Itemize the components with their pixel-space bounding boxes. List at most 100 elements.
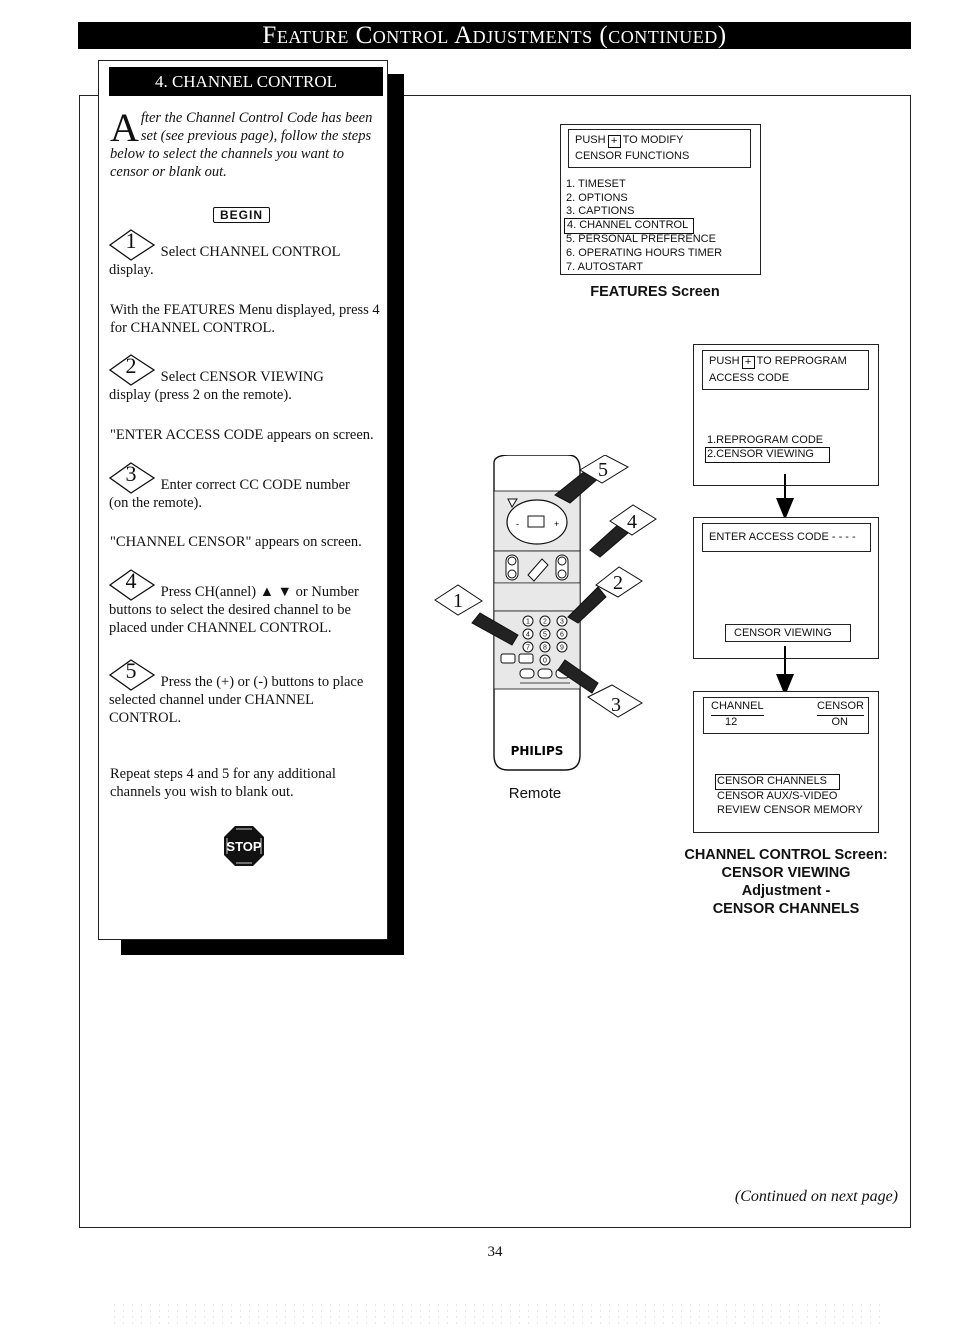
remote-illustration: - + 1 2 3 4 5 6 7 8 9 0 PHILIPS 5 4 2 1 3 [430, 454, 660, 775]
features-header-line-2: CENSOR FUNCTIONS [575, 150, 690, 162]
scan-noise [110, 1302, 880, 1328]
caption-line: CENSOR VIEWING [721, 865, 851, 881]
access-header-box: PUSH + TO REPROGRAM ACCESS CODE [702, 350, 869, 390]
stop-key [527, 515, 545, 528]
intro-paragraph: A fter the Channel Control Code has been… [110, 105, 380, 181]
intro-line-2: set (see previous page), follow the step… [140, 128, 372, 144]
enter-code-screen: ENTER ACCESS CODE - - - - CENSOR VIEWING [693, 517, 879, 659]
step-2-headline: Select CENSOR VIEWING [160, 369, 324, 385]
intro-line-1: fter the Channel Control Code has been [140, 110, 373, 126]
features-item: 6. OPERATING HOURS TIMER [566, 247, 723, 259]
step-4-headline: Press CH(annel) ▲ ▼ or Number [160, 584, 359, 600]
instruction-panel: 4. CHANNEL CONTROL A fter the Channel Co… [98, 60, 388, 940]
ch-key [555, 554, 569, 581]
censor-value: ON [831, 716, 849, 728]
step-1: 1 Select CHANNEL CONTROL display. [109, 229, 384, 279]
access-header-line-1: PUSH + TO REPROGRAM [709, 355, 847, 369]
step-5-continuation: selected channel under CHANNEL CONTROL. [109, 692, 314, 726]
drop-cap: A [110, 105, 139, 150]
vol-key [505, 554, 519, 581]
access-header-line-2: ACCESS CODE [709, 372, 790, 384]
intro-line-3: below to select the channels you want to… [110, 146, 344, 180]
enter-code-box: ENTER ACCESS CODE - - - - [702, 523, 871, 552]
pointer-hand-4: 4 [589, 504, 657, 558]
step-number-diamond-icon: 2 [109, 354, 157, 386]
channel-status-box: CHANNEL 12 CENSOR ON [703, 697, 869, 734]
repeat-note: Repeat steps 4 and 5 for any additional … [110, 766, 336, 800]
features-item: 1. TIMESET [566, 178, 626, 190]
step-1-continuation: display. [109, 262, 154, 278]
step-2-note: "ENTER ACCESS CODE appears on screen. [110, 427, 374, 443]
section-header: 4. CHANNEL CONTROL [109, 67, 383, 96]
plus-key-icon: + [741, 356, 755, 369]
censor-label: CENSOR [816, 700, 864, 716]
step-3-continuation: (on the remote). [109, 495, 203, 511]
svg-text:-: - [516, 519, 519, 529]
flow-arrow-line [784, 646, 786, 676]
censor-item-selected: CENSOR CHANNELS [715, 774, 840, 790]
step-5: 5 Press the (+) or (-) buttons to place … [109, 659, 384, 727]
svg-text:3: 3 [611, 694, 621, 716]
svg-text:1: 1 [526, 619, 530, 626]
access-code-screen: PUSH + TO REPROGRAM ACCESS CODE 1.REPROGRA… [693, 344, 879, 486]
svg-text:2: 2 [613, 572, 623, 594]
channel-value: 12 [725, 716, 738, 728]
svg-text:6: 6 [560, 632, 564, 639]
svg-text:8: 8 [543, 645, 547, 652]
features-item: 3. CAPTIONS [566, 205, 635, 217]
svg-text:2: 2 [543, 619, 547, 626]
svg-text:7: 7 [526, 645, 530, 652]
caption-line: CENSOR CHANNELS [712, 901, 860, 917]
svg-text:+: + [554, 519, 559, 529]
continued-note: (Continued on next page) [734, 1188, 898, 1205]
flow-arrow-line [784, 474, 786, 500]
begin-badge: BEGIN [213, 207, 271, 223]
censor-item: REVIEW CENSOR MEMORY [717, 804, 863, 816]
step-number-diamond-icon: 5 [109, 659, 157, 691]
svg-text:9: 9 [560, 645, 564, 652]
step-3: 3 Enter correct CC CODE number (on the r… [109, 462, 384, 512]
censor-channels-screen: CHANNEL 12 CENSOR ON CENSOR CHANNELS CEN… [693, 691, 879, 833]
step-3-note: "CHANNEL CENSOR" appears on screen. [110, 534, 362, 550]
svg-text:4: 4 [526, 632, 530, 639]
features-item: 2. OPTIONS [566, 192, 628, 204]
step-5-headline: Press the (+) or (-) buttons to place [160, 674, 364, 690]
access-item: 1.REPROGRAM CODE [707, 434, 824, 446]
caption-line: CHANNEL CONTROL Screen: [684, 847, 888, 863]
stop-label: STOP [226, 839, 261, 854]
svg-text:5: 5 [598, 459, 608, 481]
svg-text:3: 3 [560, 619, 564, 626]
censor-item: CENSOR AUX/S-VIDEO [717, 790, 838, 802]
svg-text:1: 1 [453, 590, 463, 612]
step-4: 4 Press CH(annel) ▲ ▼ or Number buttons … [109, 569, 384, 637]
channel-label: CHANNEL [711, 700, 764, 716]
censor-viewing-label: CENSOR VIEWING [734, 627, 832, 639]
channel-control-caption: CHANNEL CONTROL Screen: CENSOR VIEWING A… [670, 846, 902, 918]
features-screen: PUSH + TO MODIFY CENSOR FUNCTIONS 1. TIMES… [560, 124, 761, 275]
step-1-headline: Select CHANNEL CONTROL [160, 244, 341, 260]
step-number-diamond-icon: 4 [109, 569, 157, 601]
features-header-line-1: PUSH + TO MODIFY [575, 134, 684, 148]
svg-text:0: 0 [543, 658, 547, 665]
remote-caption: Remote [508, 785, 562, 802]
stop-sign-icon: STOP [223, 825, 265, 867]
step-number-diamond-icon: 1 [109, 229, 157, 261]
plus-key-icon: + [607, 135, 621, 148]
svg-text:4: 4 [627, 511, 637, 533]
features-item-selected: 4. CHANNEL CONTROL [564, 218, 694, 234]
page-number: 34 [487, 1244, 503, 1260]
remote-brand: PHILIPS [511, 744, 564, 758]
svg-text:5: 5 [543, 632, 547, 639]
caption-line: Adjustment - [741, 883, 831, 899]
step-4-continuation: buttons to select the desired channel to… [109, 602, 351, 636]
step-1-note: With the FEATURES Menu displayed, press … [110, 302, 380, 336]
enter-code-prompt: ENTER ACCESS CODE - - - - [709, 531, 856, 543]
step-number-diamond-icon: 3 [109, 462, 157, 494]
features-screen-caption: FEATURES Screen [590, 284, 720, 300]
features-item: 5. PERSONAL PREFERENCE [566, 233, 716, 245]
censor-viewing-box: CENSOR VIEWING [725, 624, 851, 642]
features-header-box: PUSH + TO MODIFY CENSOR FUNCTIONS [568, 129, 751, 168]
access-item-selected: 2.CENSOR VIEWING [705, 447, 830, 463]
step-3-headline: Enter correct CC CODE number [160, 477, 350, 493]
page-title: Feature Control Adjustments (continued) [78, 22, 911, 49]
